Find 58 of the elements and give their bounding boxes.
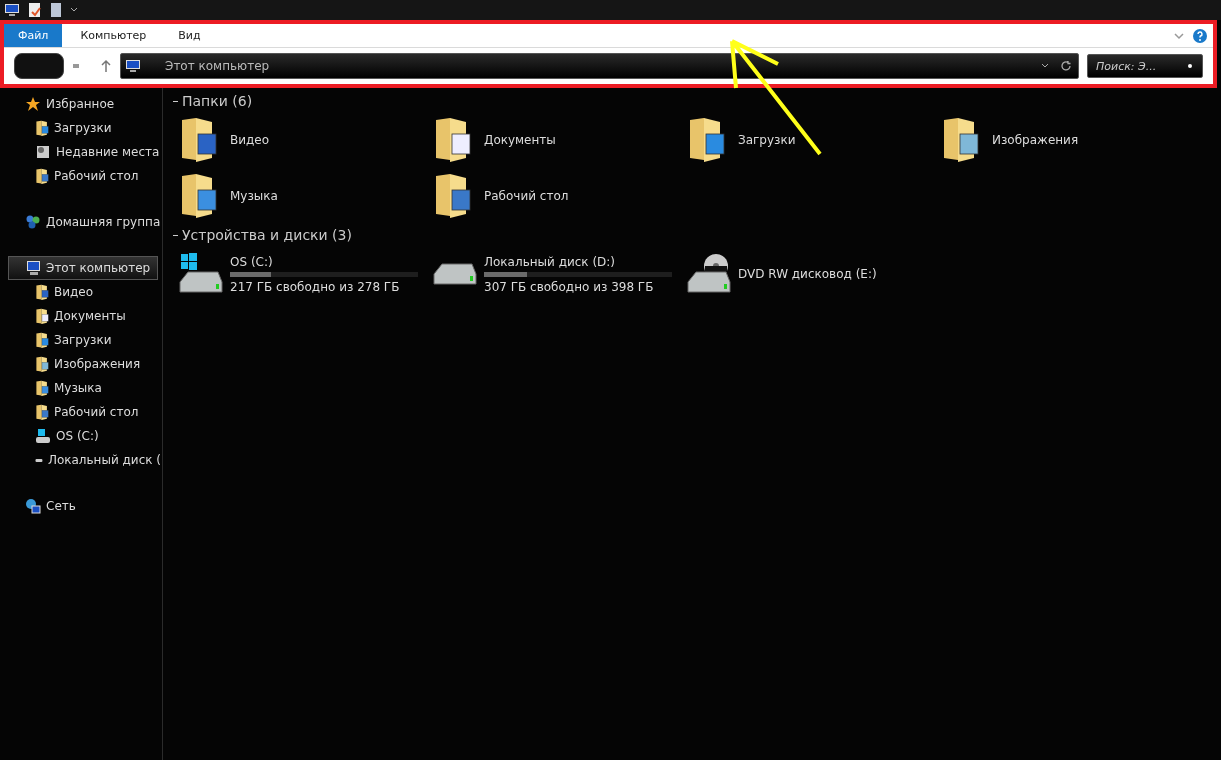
network-icon bbox=[25, 498, 41, 514]
folder-item[interactable]: Загрузки bbox=[681, 112, 935, 168]
ribbon-tab[interactable]: Вид bbox=[164, 24, 215, 47]
recent-places-icon bbox=[35, 144, 51, 160]
sidebar-item[interactable]: Этот компьютер bbox=[8, 256, 158, 280]
folder-icon bbox=[35, 119, 49, 137]
section-header[interactable]: Папки (6) bbox=[173, 90, 1221, 112]
drive-icon bbox=[35, 428, 51, 444]
up-arrow-icon[interactable] bbox=[100, 59, 112, 73]
address-text: Этот компьютер bbox=[165, 59, 271, 73]
folder-item[interactable]: Документы bbox=[427, 112, 681, 168]
folder-icon bbox=[35, 331, 49, 349]
folder-icon bbox=[35, 379, 49, 397]
address-bar[interactable]: Этот компьютер bbox=[120, 53, 1079, 79]
section-header[interactable]: Устройства и диски (3) bbox=[173, 224, 1221, 246]
dvd-drive-icon bbox=[686, 252, 732, 296]
drive-item[interactable]: OS (C:) 217 ГБ свободно из 278 ГБ bbox=[173, 246, 427, 302]
back-forward-buttons[interactable] bbox=[14, 53, 64, 79]
help-icon[interactable] bbox=[1193, 28, 1207, 43]
computer-icon bbox=[125, 59, 141, 73]
sidebar-item[interactable]: Рабочий стол bbox=[0, 400, 162, 424]
computer-icon[interactable] bbox=[4, 3, 20, 17]
folder-icon bbox=[35, 355, 49, 373]
sidebar-item[interactable]: Загрузки bbox=[0, 328, 162, 352]
drive-item[interactable]: Локальный диск (D:) 307 ГБ свободно из 398 ГБ bbox=[427, 246, 681, 302]
sidebar-item[interactable]: Документы bbox=[0, 304, 162, 328]
ribbon-tab[interactable]: Файл bbox=[4, 24, 63, 47]
folder-item[interactable]: Рабочий стол bbox=[427, 168, 681, 224]
folder-icon bbox=[35, 167, 49, 185]
ribbon-tab[interactable]: Компьютер bbox=[66, 24, 161, 47]
drive-item[interactable]: DVD RW дисковод (E:) bbox=[681, 246, 935, 302]
sidebar-item[interactable]: Изображения bbox=[0, 352, 162, 376]
folder-icon bbox=[35, 403, 49, 421]
sidebar-item[interactable]: Домашняя группа bbox=[0, 210, 162, 234]
sidebar-item[interactable]: Музыка bbox=[0, 376, 162, 400]
hard-drive-icon bbox=[432, 263, 478, 285]
search-field[interactable]: Поиск: Э... bbox=[1087, 54, 1203, 78]
homegroup-icon bbox=[25, 214, 41, 230]
sidebar-item[interactable]: Недавние места bbox=[0, 140, 162, 164]
new-folder-icon[interactable] bbox=[50, 2, 62, 18]
dot-icon bbox=[1188, 64, 1192, 68]
refresh-icon[interactable] bbox=[1060, 60, 1072, 72]
properties-icon[interactable] bbox=[28, 2, 42, 18]
folder-item[interactable]: Видео bbox=[173, 112, 427, 168]
sidebar-item[interactable]: Рабочий стол bbox=[0, 164, 162, 188]
hard-drive-icon bbox=[178, 252, 224, 296]
sidebar-item[interactable]: Локальный диск ( bbox=[0, 448, 162, 472]
folder-icon bbox=[35, 283, 49, 301]
computer-icon bbox=[25, 260, 41, 276]
sidebar-item[interactable]: Сеть bbox=[0, 494, 162, 518]
sidebar-item[interactable]: Избранное bbox=[0, 92, 162, 116]
folder-icon bbox=[35, 307, 49, 325]
folder-item[interactable]: Изображения bbox=[935, 112, 1189, 168]
folder-item[interactable]: Музыка bbox=[173, 168, 427, 224]
sidebar-item[interactable]: Видео bbox=[0, 280, 162, 304]
sidebar-item[interactable]: OS (C:) bbox=[0, 424, 162, 448]
sidebar-item[interactable]: Загрузки bbox=[0, 116, 162, 140]
star-icon bbox=[25, 96, 41, 112]
